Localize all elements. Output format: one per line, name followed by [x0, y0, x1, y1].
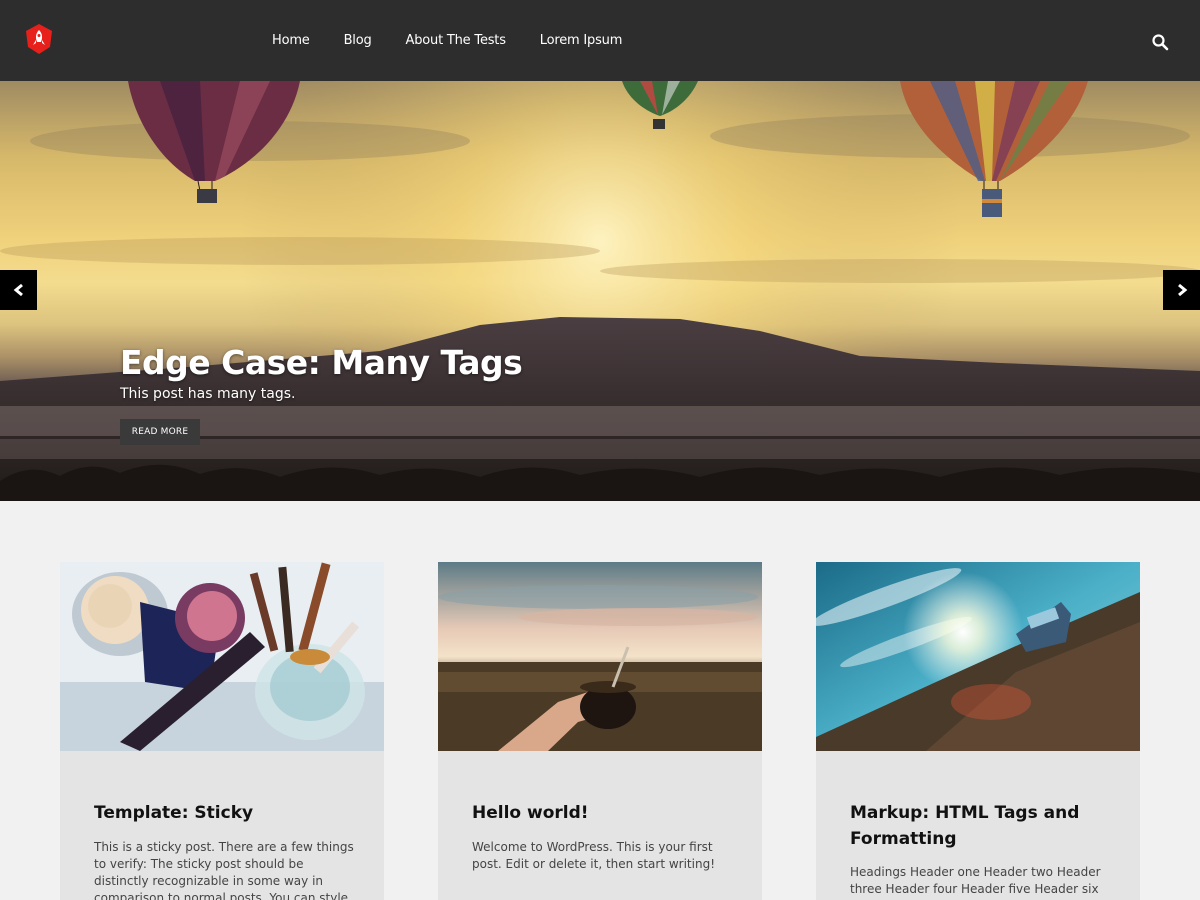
hero-slider: Edge Case: Many Tags This post has many … — [0, 81, 1200, 501]
post-title[interactable]: Hello world! — [472, 800, 732, 826]
post-thumbnail[interactable] — [438, 562, 762, 751]
nav-home[interactable]: Home — [272, 33, 310, 48]
hero-title[interactable]: Edge Case: Many Tags — [120, 343, 523, 382]
rocket-shield-icon[interactable] — [23, 23, 55, 55]
post-thumbnail[interactable] — [816, 562, 1140, 751]
post-card: Hello world! Welcome to WordPress. This … — [438, 562, 762, 900]
post-excerpt: Welcome to WordPress. This is your first… — [472, 840, 716, 871]
read-more-button[interactable]: READ MORE — [120, 419, 200, 445]
slider-next-button[interactable] — [1163, 270, 1200, 310]
slider-prev-button[interactable] — [0, 270, 37, 310]
site-header: Home Blog About The Tests Lorem Ipsum — [0, 0, 1200, 81]
hero-subtitle: This post has many tags. — [120, 386, 296, 402]
post-card: Template: Sticky This is a sticky post. … — [60, 562, 384, 900]
post-excerpt: This is a sticky post. There are a few t… — [94, 840, 354, 900]
post-title[interactable]: Template: Sticky — [94, 800, 354, 826]
post-title[interactable]: Markup: HTML Tags and Formatting — [850, 800, 1110, 852]
search-icon[interactable] — [1151, 33, 1169, 51]
post-thumbnail[interactable] — [60, 562, 384, 751]
nav-about-the-tests[interactable]: About The Tests — [406, 33, 506, 48]
nav-lorem-ipsum[interactable]: Lorem Ipsum — [540, 33, 623, 48]
nav-blog[interactable]: Blog — [344, 33, 372, 48]
chevron-right-icon — [1177, 283, 1187, 297]
post-excerpt: Headings Header one Header two Header th… — [850, 865, 1101, 900]
main-nav: Home Blog About The Tests Lorem Ipsum — [272, 0, 656, 81]
chevron-left-icon — [13, 283, 23, 297]
post-card: Markup: HTML Tags and Formatting Heading… — [816, 562, 1140, 900]
